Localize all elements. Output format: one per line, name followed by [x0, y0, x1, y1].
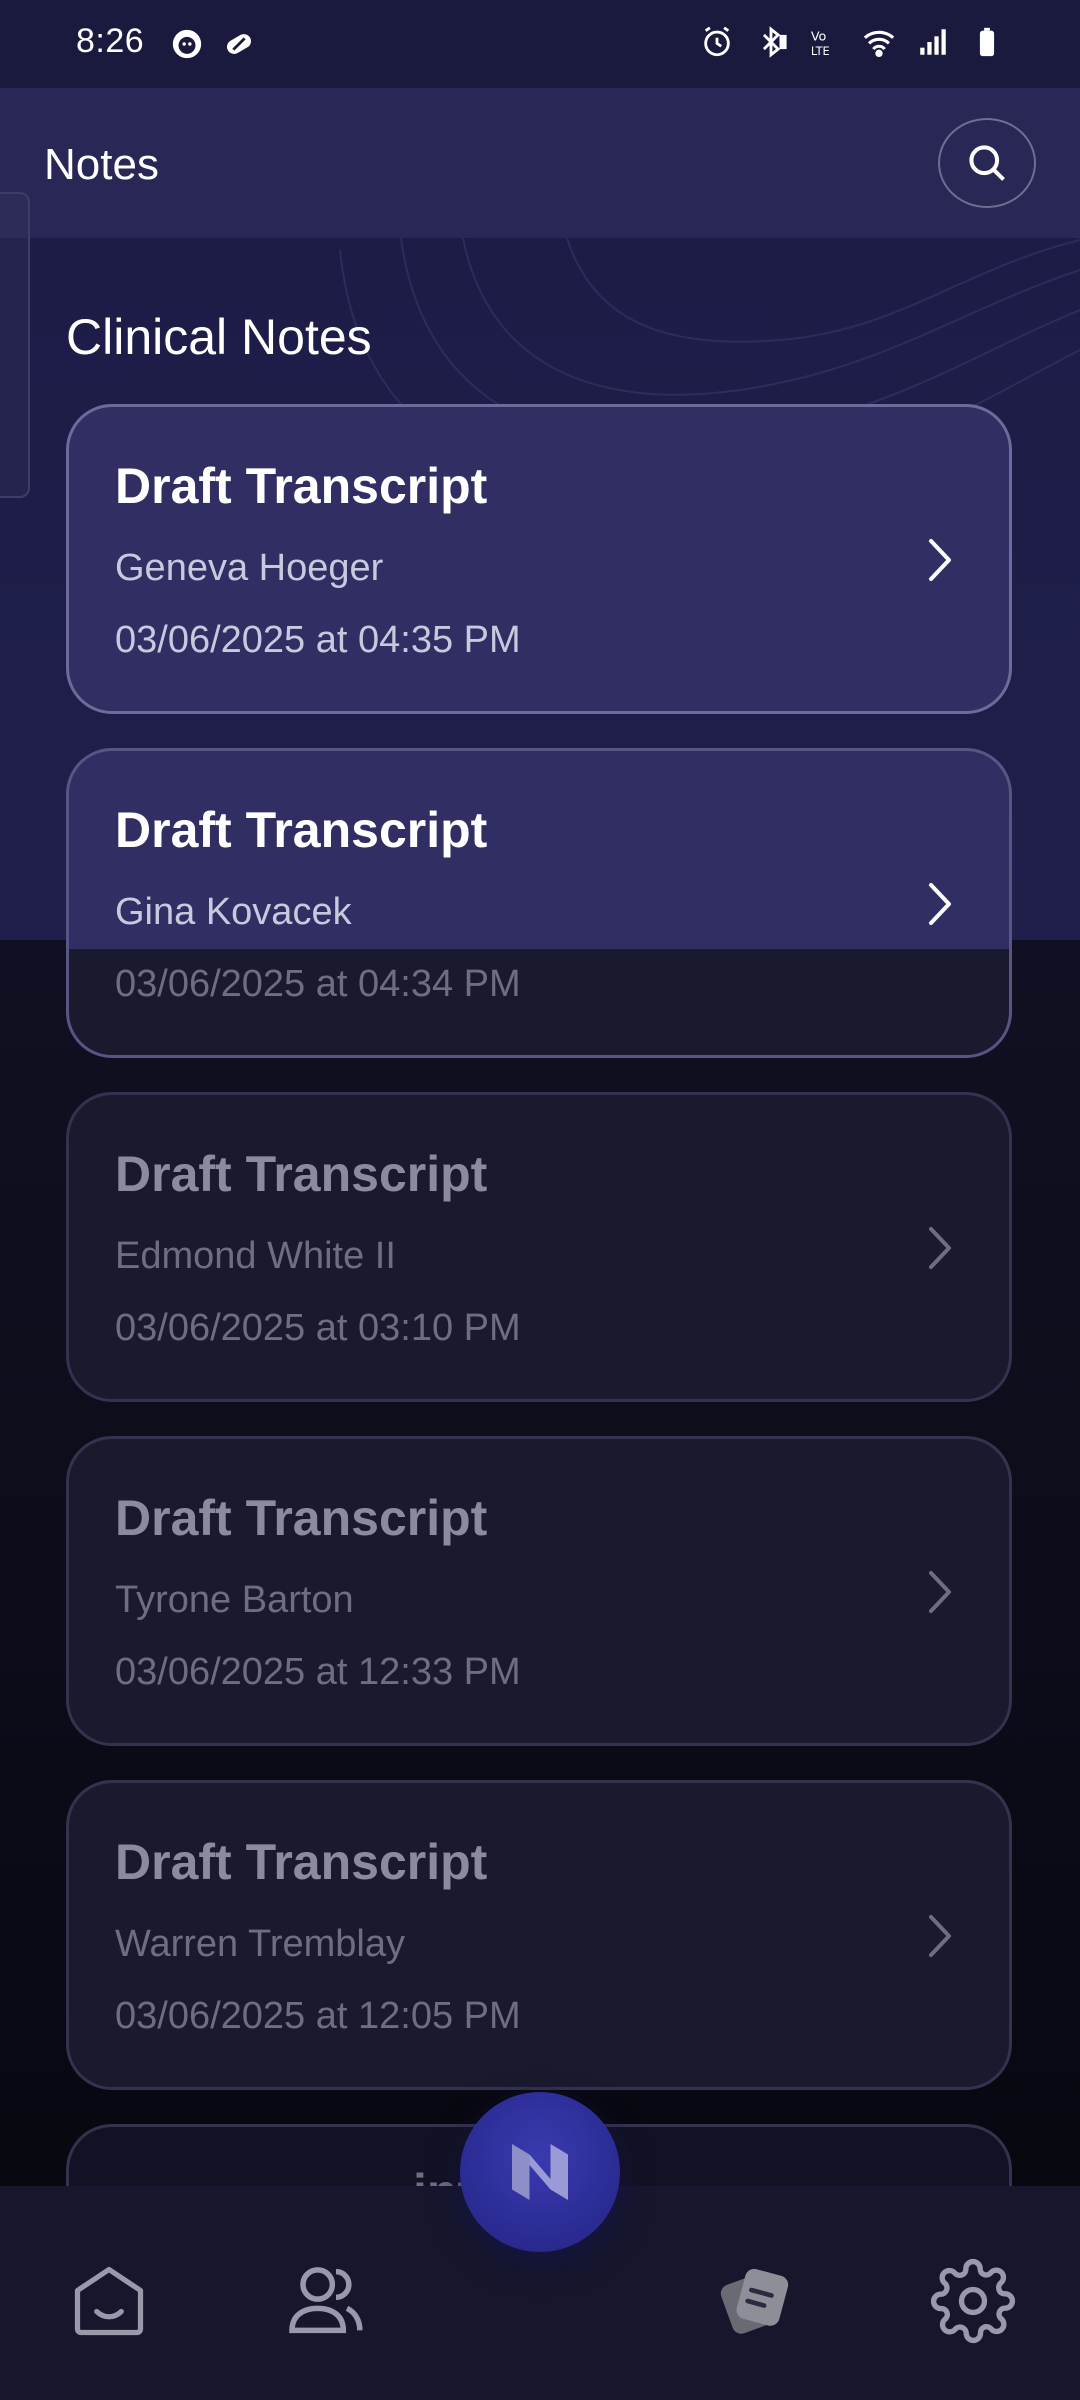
volte-icon: VoLTE	[811, 30, 830, 58]
nav-notes[interactable]	[710, 2256, 800, 2346]
app-bar: Notes	[0, 88, 1080, 238]
bluetooth-icon	[762, 26, 787, 58]
note-date: 03/06/2025 at 03:10 PM	[115, 1307, 521, 1349]
n-logo-icon	[512, 2144, 568, 2200]
note-date: 03/06/2025 at 04:34 PM	[115, 963, 521, 1005]
note-date: 03/06/2025 at 04:35 PM	[115, 619, 521, 661]
notes-icon	[720, 2268, 789, 2334]
note-title: Draft Transcript	[115, 1146, 488, 1202]
chevron-right-icon	[929, 1915, 951, 1957]
patient-name: Geneva Hoeger	[115, 547, 384, 589]
users-icon	[289, 2267, 363, 2334]
note-date: 03/06/2025 at 12:33 PM	[115, 1651, 521, 1693]
note-title: Draft Transcript	[115, 1490, 488, 1546]
patient-name: Warren Tremblay	[115, 1923, 405, 1965]
chevron-right-icon	[929, 883, 951, 925]
wifi-icon	[863, 30, 895, 58]
note-card[interactable]: Draft Transcript Edmond White II 03/06/2…	[66, 1092, 1012, 1402]
patient-name: Tyrone Barton	[115, 1579, 354, 1621]
nav-home[interactable]	[64, 2256, 154, 2346]
note-title: Draft Transcript	[115, 1834, 488, 1890]
note-card[interactable]: Draft Transcript Gina Kovacek 03/06/2025…	[66, 748, 1012, 1058]
status-time: 8:26	[76, 22, 145, 60]
patient-name: Edmond White II	[115, 1235, 396, 1277]
nav-patients[interactable]	[280, 2256, 370, 2346]
svg-text:LTE: LTE	[811, 44, 830, 58]
nav-settings[interactable]	[928, 2256, 1018, 2346]
search-button[interactable]	[938, 118, 1036, 208]
side-drawer-handle[interactable]	[0, 192, 30, 498]
section-title: Clinical Notes	[66, 309, 372, 365]
note-title: Draft Transcript	[115, 802, 488, 858]
signal-icon	[920, 29, 946, 55]
svg-text:Vo: Vo	[811, 30, 827, 45]
alarm-icon	[704, 26, 730, 57]
face-icon	[172, 29, 202, 59]
patient-name: Gina Kovacek	[115, 891, 352, 933]
chevron-right-icon	[929, 1571, 951, 1613]
page-title: Notes	[44, 140, 159, 189]
chevron-right-icon	[929, 1227, 951, 1269]
new-note-fab[interactable]	[460, 2092, 620, 2252]
note-card[interactable]: Draft Transcript Tyrone Barton 03/06/202…	[66, 1436, 1012, 1746]
battery-icon	[979, 27, 995, 57]
note-card[interactable]: Draft Transcript Geneva Hoeger 03/06/202…	[66, 404, 1012, 714]
pill-icon	[227, 34, 251, 54]
gear-icon	[930, 2258, 1016, 2344]
chevron-right-icon	[929, 539, 951, 581]
search-icon	[969, 145, 1005, 181]
note-title: Draft Transcript	[115, 458, 488, 514]
note-card[interactable]: Draft Transcript Warren Tremblay 03/06/2…	[66, 1780, 1012, 2090]
status-bar: 8:26 Vo LTE	[0, 0, 1080, 88]
note-date: 03/06/2025 at 12:05 PM	[115, 1995, 521, 2037]
home-icon	[74, 2266, 144, 2336]
